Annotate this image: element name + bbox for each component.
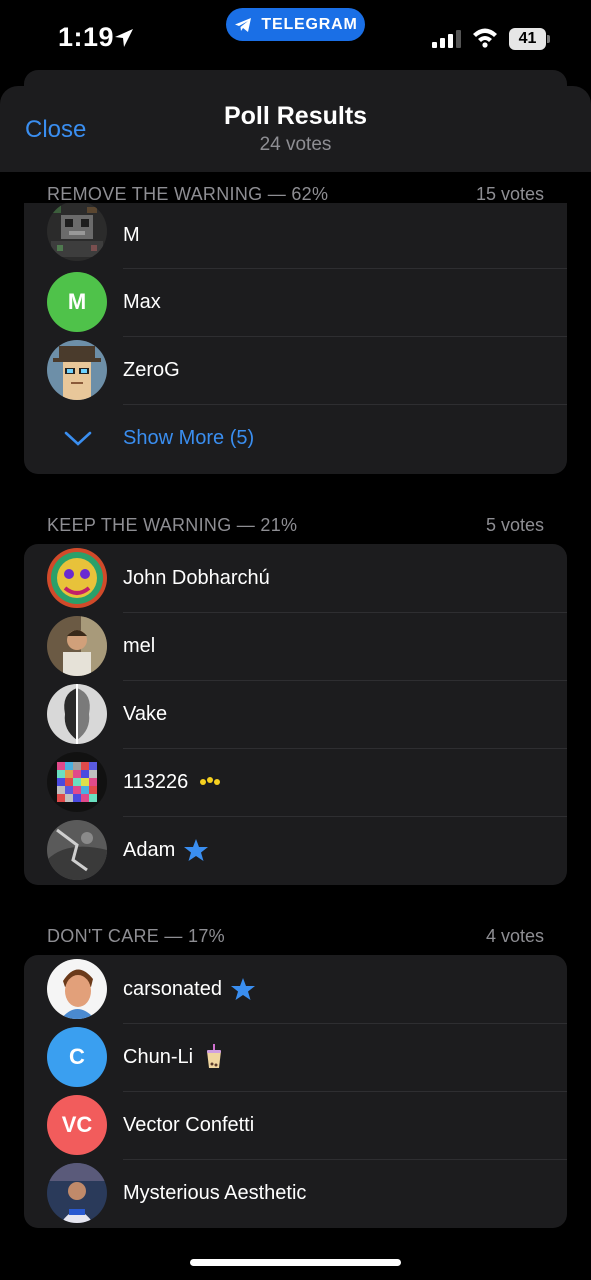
battery-icon: 41: [509, 28, 551, 50]
voter-name-text: 113226: [123, 770, 189, 793]
poll-results-sheet: Close Poll Results 24 votes REMOVE THE W…: [0, 86, 591, 1280]
chevron-down-icon: [64, 431, 92, 446]
home-indicator[interactable]: [190, 1259, 401, 1266]
voter-name: Chun-Li: [123, 1044, 227, 1070]
cellular-signal-icon: [432, 30, 461, 48]
voter-row[interactable]: C Chun-Li: [24, 1023, 567, 1091]
star-icon: [230, 978, 255, 1000]
voter-list-dont-care: carsonated C Chun-Li VC Vector Confetti: [24, 955, 567, 1228]
voter-row[interactable]: mel: [24, 612, 567, 680]
section-title: REMOVE THE WARNING — 62%: [47, 183, 329, 204]
voter-name-text: Adam: [123, 838, 176, 861]
voter-name: Mysterious Aesthetic: [123, 1181, 307, 1204]
voter-row[interactable]: Vake: [24, 680, 567, 748]
voter-name: Max: [123, 290, 161, 313]
show-more-label: Show More (5): [123, 426, 255, 449]
section-count: 15 votes: [475, 183, 544, 204]
voter-row[interactable]: VC Vector Confetti: [24, 1091, 567, 1159]
voter-row[interactable]: Mysterious Aesthetic: [24, 1159, 567, 1227]
avatar: [47, 203, 107, 261]
avatar: [47, 616, 107, 676]
voter-list-remove: M M Max ZeroG Show More (5): [24, 203, 567, 474]
avatar: [47, 548, 107, 608]
nav-bar: Close Poll Results 24 votes: [0, 86, 591, 172]
telegram-plane-icon: [235, 17, 252, 32]
sparkle-emoji-icon: [200, 777, 221, 785]
voter-name: 113226: [123, 769, 222, 795]
clock: 1:19: [58, 22, 115, 52]
avatar: [47, 820, 107, 880]
avatar: [47, 684, 107, 744]
voter-row[interactable]: carsonated: [24, 955, 567, 1023]
voter-list-keep: John Dobharchú mel Vake 113226 Adam: [24, 544, 567, 885]
voter-name: mel: [123, 634, 156, 657]
vote-count: 24 votes: [259, 134, 332, 155]
section-title: KEEP THE WARNING — 21%: [47, 514, 298, 535]
voter-row[interactable]: M: [24, 203, 567, 268]
section-count: 5 votes: [485, 514, 544, 535]
voter-row[interactable]: 113226: [24, 748, 567, 816]
star-icon: [184, 839, 209, 861]
show-more-button[interactable]: Show More (5): [24, 404, 567, 472]
page-title: Poll Results: [223, 102, 368, 130]
section-header-dont-care: DON'T CARE — 17% 4 votes: [47, 921, 544, 951]
voter-name-text: Chun-Li: [123, 1045, 194, 1068]
voter-row[interactable]: M Max: [24, 268, 567, 336]
voter-name: ZeroG: [123, 358, 180, 381]
voter-name: Vake: [123, 702, 168, 725]
voter-row[interactable]: John Dobharchú: [24, 544, 567, 612]
voter-name: M: [123, 224, 140, 246]
voter-row[interactable]: ZeroG: [24, 336, 567, 404]
section-count: 4 votes: [485, 925, 544, 946]
avatar: [47, 959, 107, 1019]
wifi-icon: [473, 28, 497, 48]
section-title: DON'T CARE — 17%: [47, 925, 225, 946]
bubble-tea-emoji-icon: [207, 1044, 222, 1068]
avatar: C: [47, 1027, 107, 1087]
voter-name: John Dobharchú: [123, 566, 270, 589]
battery-level: 41: [509, 28, 546, 50]
telegram-pill-label: TELEGRAM: [261, 15, 358, 33]
voter-name: carsonated: [123, 976, 256, 1002]
location-arrow-icon: [115, 29, 133, 47]
avatar: [47, 340, 107, 400]
section-header-keep: KEEP THE WARNING — 21% 5 votes: [47, 510, 544, 540]
status-bar: 1:19 TELEGRAM 41: [0, 0, 591, 80]
avatar: M: [47, 272, 107, 332]
avatar: VC: [47, 1095, 107, 1155]
telegram-pill[interactable]: TELEGRAM: [226, 8, 365, 41]
voter-name-text: carsonated: [123, 977, 222, 1000]
avatar: [47, 752, 107, 812]
voter-name: Vector Confetti: [123, 1113, 255, 1136]
voter-row[interactable]: Adam: [24, 816, 567, 884]
voter-name: Adam: [123, 837, 209, 863]
avatar: [47, 1163, 107, 1223]
